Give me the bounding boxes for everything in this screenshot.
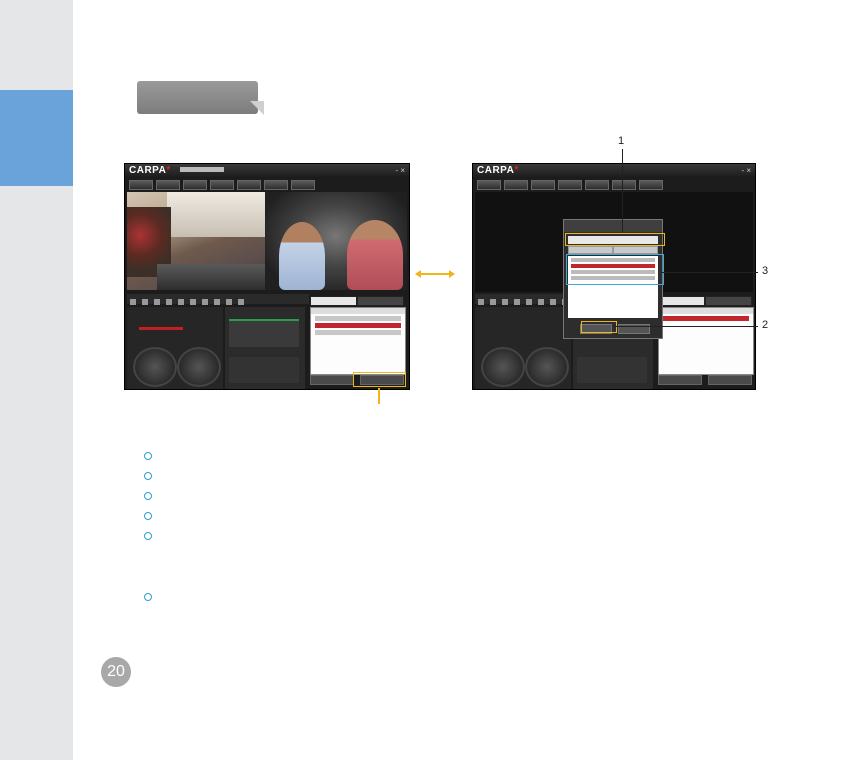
window-controls: - × [395, 166, 405, 175]
bullet-marker-4 [144, 512, 152, 520]
bullet-marker-5 [144, 532, 152, 540]
section-heading-pill [137, 81, 258, 114]
bullet-marker-6 [144, 593, 152, 601]
file-list-tabs [658, 296, 752, 306]
app-titlebar: CARPA* - × [473, 164, 755, 178]
callout-3-label: 3 [762, 265, 769, 277]
callout-1-label: 1 [618, 135, 625, 147]
callout-3-highlight [566, 254, 664, 285]
bullet-marker-1 [144, 452, 152, 460]
callout-1-highlight [565, 233, 665, 246]
screenshot-open-file-dialog: CARPA* - × [472, 163, 756, 390]
callout-1-line [622, 149, 623, 232]
file-list [310, 307, 406, 375]
open-button-highlight [353, 372, 406, 387]
app-menubar [129, 180, 315, 190]
vehicle-dashboard [127, 307, 223, 389]
driver-figure [347, 220, 403, 290]
front-camera-view [127, 192, 265, 290]
app-titlebar: CARPA* - × [125, 164, 409, 178]
callout-2-line [614, 326, 758, 327]
playback-controls [127, 294, 309, 305]
app-logo: CARPA* [129, 165, 171, 176]
chapter-tab [0, 90, 73, 186]
passenger-figure [279, 222, 325, 290]
page-number: 20 [101, 657, 131, 687]
double-arrow-icon [415, 270, 455, 278]
screenshot-viewer-main: CARPA* - × [124, 163, 410, 390]
interior-camera-view [265, 192, 407, 290]
window-controls: - × [741, 166, 751, 175]
file-list [658, 307, 754, 375]
sensor-graphs [225, 307, 305, 389]
file-title [180, 167, 224, 172]
open-button-pointer [378, 388, 380, 404]
app-logo: CARPA* [477, 165, 519, 176]
file-buttons [658, 375, 752, 385]
callout-3-line [662, 272, 758, 273]
callout-2-label: 2 [762, 319, 769, 331]
bullet-marker-2 [144, 472, 152, 480]
file-list-tabs [310, 296, 404, 306]
bullet-marker-3 [144, 492, 152, 500]
section-heading-corner [250, 101, 264, 115]
vehicle-dashboard [475, 307, 571, 389]
callout-2-highlight [581, 321, 617, 333]
app-menubar [477, 180, 663, 190]
